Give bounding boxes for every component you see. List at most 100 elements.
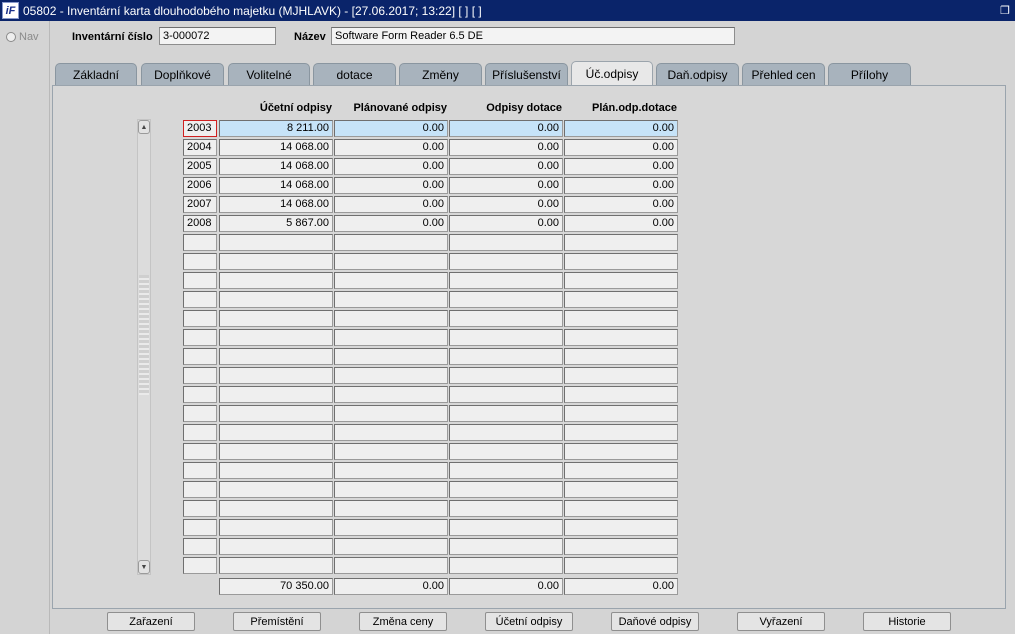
year-cell[interactable]: [183, 424, 217, 441]
radio-icon[interactable]: [6, 32, 16, 42]
year-cell[interactable]: [183, 500, 217, 517]
year-cell[interactable]: [183, 291, 217, 308]
tab-doplnkove[interactable]: Doplňkové: [141, 63, 224, 85]
year-cell[interactable]: [183, 310, 217, 327]
year-cell[interactable]: 2004: [183, 139, 217, 156]
danove-odpisy-button[interactable]: Daňové odpisy: [611, 612, 699, 631]
ucetni-odpisy-cell[interactable]: [219, 424, 333, 441]
year-cell[interactable]: [183, 557, 217, 574]
name-field[interactable]: Software Form Reader 6.5 DE: [331, 27, 735, 45]
ucetni-odpisy-cell[interactable]: [219, 405, 333, 422]
plan-odp-dotace-cell[interactable]: [564, 443, 678, 460]
planovane-odpisy-cell[interactable]: [334, 348, 448, 365]
planovane-odpisy-cell[interactable]: [334, 291, 448, 308]
tab-uc-odpisy[interactable]: Úč.odpisy: [571, 61, 653, 86]
plan-odp-dotace-cell[interactable]: [564, 405, 678, 422]
inventory-number-field[interactable]: 3-000072: [159, 27, 276, 45]
plan-odp-dotace-cell[interactable]: [564, 481, 678, 498]
ucetni-odpisy-cell[interactable]: [219, 557, 333, 574]
plan-odp-dotace-cell[interactable]: [564, 234, 678, 251]
ucetni-odpisy-button[interactable]: Účetní odpisy: [485, 612, 573, 631]
plan-odp-dotace-cell[interactable]: [564, 519, 678, 536]
tab-prehled-cen[interactable]: Přehled cen: [742, 63, 825, 85]
planovane-odpisy-cell[interactable]: [334, 557, 448, 574]
vyrazeni-button[interactable]: Vyřazení: [737, 612, 825, 631]
year-cell[interactable]: [183, 386, 217, 403]
year-cell[interactable]: [183, 348, 217, 365]
ucetni-odpisy-cell[interactable]: [219, 348, 333, 365]
ucetni-odpisy-cell[interactable]: 14 068.00: [219, 196, 333, 213]
odpisy-dotace-cell[interactable]: [449, 253, 563, 270]
plan-odp-dotace-cell[interactable]: [564, 329, 678, 346]
zmena-ceny-button[interactable]: Změna ceny: [359, 612, 447, 631]
plan-odp-dotace-cell[interactable]: [564, 538, 678, 555]
odpisy-dotace-cell[interactable]: [449, 519, 563, 536]
nav-radio[interactable]: Nav: [6, 31, 39, 43]
planovane-odpisy-cell[interactable]: [334, 424, 448, 441]
year-cell[interactable]: [183, 538, 217, 555]
year-cell[interactable]: 2008: [183, 215, 217, 232]
year-cell[interactable]: [183, 234, 217, 251]
ucetni-odpisy-cell[interactable]: 5 867.00: [219, 215, 333, 232]
odpisy-dotace-cell[interactable]: 0.00: [449, 120, 563, 137]
ucetni-odpisy-cell[interactable]: 8 211.00: [219, 120, 333, 137]
tab-dan-odpisy[interactable]: Daň.odpisy: [656, 63, 739, 85]
odpisy-dotace-cell[interactable]: [449, 291, 563, 308]
plan-odp-dotace-cell[interactable]: 0.00: [564, 196, 678, 213]
ucetni-odpisy-cell[interactable]: [219, 367, 333, 384]
zarazeni-button[interactable]: Zařazení: [107, 612, 195, 631]
planovane-odpisy-cell[interactable]: 0.00: [334, 120, 448, 137]
plan-odp-dotace-cell[interactable]: [564, 500, 678, 517]
premisteni-button[interactable]: Přemístění: [233, 612, 321, 631]
planovane-odpisy-cell[interactable]: 0.00: [334, 158, 448, 175]
year-cell[interactable]: 2006: [183, 177, 217, 194]
year-cell[interactable]: [183, 272, 217, 289]
odpisy-dotace-cell[interactable]: [449, 310, 563, 327]
odpisy-dotace-cell[interactable]: [449, 329, 563, 346]
planovane-odpisy-cell[interactable]: [334, 234, 448, 251]
year-cell[interactable]: [183, 329, 217, 346]
plan-odp-dotace-cell[interactable]: [564, 291, 678, 308]
odpisy-dotace-cell[interactable]: [449, 348, 563, 365]
ucetni-odpisy-cell[interactable]: [219, 443, 333, 460]
odpisy-dotace-cell[interactable]: 0.00: [449, 139, 563, 156]
plan-odp-dotace-cell[interactable]: [564, 253, 678, 270]
ucetni-odpisy-cell[interactable]: [219, 329, 333, 346]
ucetni-odpisy-cell[interactable]: [219, 291, 333, 308]
ucetni-odpisy-cell[interactable]: [219, 272, 333, 289]
planovane-odpisy-cell[interactable]: [334, 310, 448, 327]
ucetni-odpisy-cell[interactable]: [219, 500, 333, 517]
ucetni-odpisy-cell[interactable]: [219, 234, 333, 251]
year-cell[interactable]: [183, 443, 217, 460]
year-cell[interactable]: [183, 253, 217, 270]
plan-odp-dotace-cell[interactable]: [564, 386, 678, 403]
historie-button[interactable]: Historie: [863, 612, 951, 631]
planovane-odpisy-cell[interactable]: [334, 519, 448, 536]
tab-prilohy[interactable]: Přílohy: [828, 63, 911, 85]
odpisy-dotace-cell[interactable]: 0.00: [449, 158, 563, 175]
plan-odp-dotace-cell[interactable]: [564, 310, 678, 327]
odpisy-dotace-cell[interactable]: [449, 386, 563, 403]
vertical-scrollbar[interactable]: ▲ ▼: [137, 119, 151, 575]
ucetni-odpisy-cell[interactable]: [219, 386, 333, 403]
planovane-odpisy-cell[interactable]: [334, 329, 448, 346]
planovane-odpisy-cell[interactable]: 0.00: [334, 196, 448, 213]
odpisy-dotace-cell[interactable]: [449, 367, 563, 384]
plan-odp-dotace-cell[interactable]: [564, 348, 678, 365]
restore-icon[interactable]: ❐: [998, 4, 1012, 18]
plan-odp-dotace-cell[interactable]: [564, 272, 678, 289]
planovane-odpisy-cell[interactable]: 0.00: [334, 177, 448, 194]
planovane-odpisy-cell[interactable]: 0.00: [334, 215, 448, 232]
planovane-odpisy-cell[interactable]: [334, 272, 448, 289]
plan-odp-dotace-cell[interactable]: 0.00: [564, 139, 678, 156]
odpisy-dotace-cell[interactable]: [449, 405, 563, 422]
plan-odp-dotace-cell[interactable]: 0.00: [564, 158, 678, 175]
odpisy-dotace-cell[interactable]: [449, 462, 563, 479]
year-cell[interactable]: [183, 367, 217, 384]
planovane-odpisy-cell[interactable]: [334, 253, 448, 270]
planovane-odpisy-cell[interactable]: [334, 386, 448, 403]
plan-odp-dotace-cell[interactable]: [564, 424, 678, 441]
odpisy-dotace-cell[interactable]: [449, 234, 563, 251]
ucetni-odpisy-cell[interactable]: [219, 481, 333, 498]
odpisy-dotace-cell[interactable]: 0.00: [449, 196, 563, 213]
